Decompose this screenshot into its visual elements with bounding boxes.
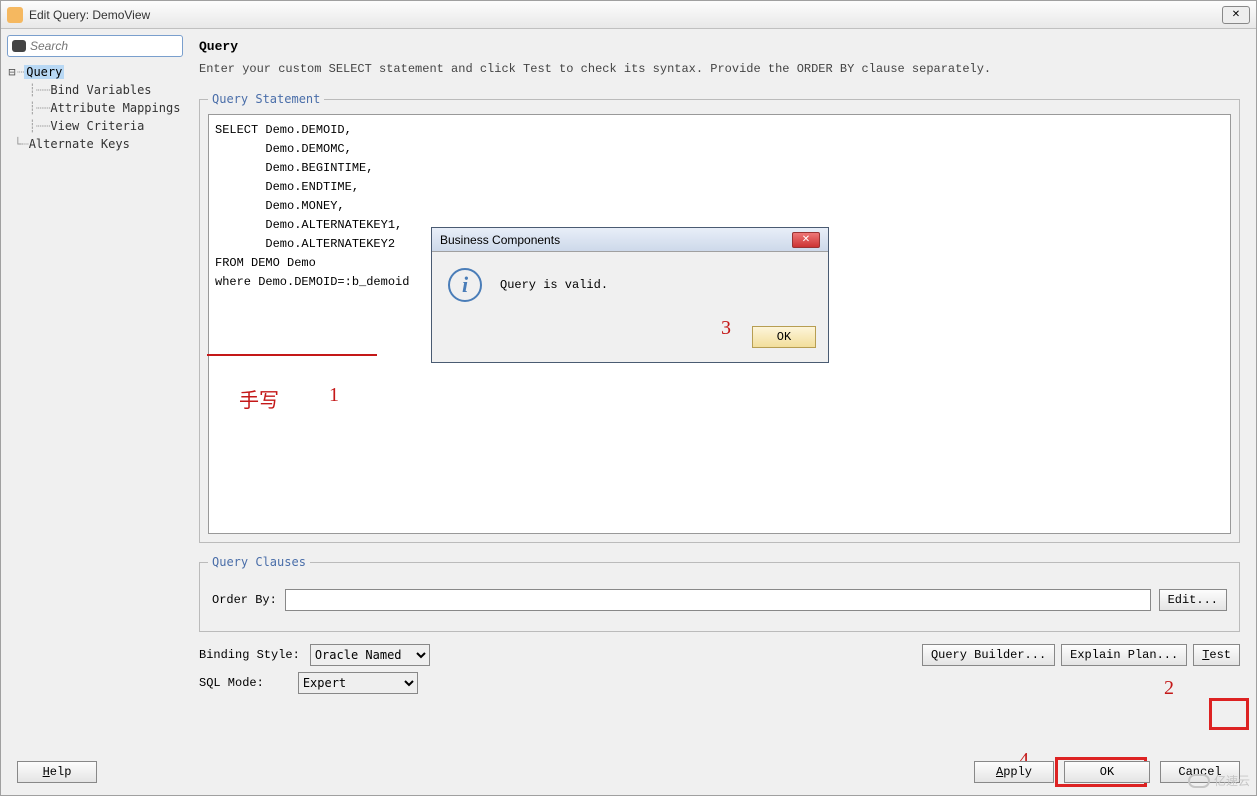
- edit-button[interactable]: Edit...: [1159, 589, 1227, 611]
- sql-mode-label: SQL Mode:: [199, 676, 264, 690]
- explain-plan-button[interactable]: Explain Plan...: [1061, 644, 1187, 666]
- nav-tree: ⊟┈Query ┊┈┈Bind Variables ┊┈┈Attribute M…: [7, 63, 183, 153]
- tree-node-alternate-keys[interactable]: └┈Alternate Keys: [7, 135, 183, 153]
- sidebar: ⊟┈Query ┊┈┈Bind Variables ┊┈┈Attribute M…: [1, 29, 189, 749]
- dialog-message: Query is valid.: [500, 278, 608, 292]
- dialog-title: Business Components: [440, 233, 560, 247]
- page-title: Query: [199, 39, 1240, 54]
- main-panel: Query Enter your custom SELECT statement…: [189, 29, 1256, 749]
- dialog-ok-button[interactable]: OK: [752, 326, 816, 348]
- binding-style-label: Binding Style:: [199, 648, 300, 662]
- tree-node-attribute-mappings[interactable]: ┊┈┈Attribute Mappings: [7, 99, 183, 117]
- query-clauses-group: Query Clauses Order By: Edit...: [199, 555, 1240, 632]
- ok-button[interactable]: OK: [1064, 761, 1150, 783]
- body-area: ⊟┈Query ┊┈┈Bind Variables ┊┈┈Attribute M…: [1, 29, 1256, 749]
- search-input[interactable]: [30, 39, 170, 53]
- titlebar: Edit Query: DemoView ✕: [1, 1, 1256, 29]
- footer: Help Apply OK Cancel: [1, 761, 1256, 783]
- tree-node-query[interactable]: ⊟┈Query: [7, 63, 183, 81]
- annotation-3: 3: [721, 317, 731, 340]
- query-clauses-legend: Query Clauses: [208, 555, 310, 569]
- query-statement-legend: Query Statement: [208, 92, 324, 106]
- binding-style-select[interactable]: Oracle Named: [310, 644, 430, 666]
- annotation-underline: [207, 354, 377, 356]
- apply-button[interactable]: Apply: [974, 761, 1054, 783]
- help-button[interactable]: Help: [17, 761, 97, 783]
- tree-node-view-criteria[interactable]: ┊┈┈View Criteria: [7, 117, 183, 135]
- order-by-label: Order By:: [212, 593, 277, 607]
- query-builder-button[interactable]: Query Builder...: [922, 644, 1055, 666]
- page-description: Enter your custom SELECT statement and c…: [199, 62, 1240, 76]
- search-box[interactable]: [7, 35, 183, 57]
- sql-mode-select[interactable]: Expert: [298, 672, 418, 694]
- app-icon: [7, 7, 23, 23]
- window-close-button[interactable]: ✕: [1222, 6, 1250, 24]
- business-components-dialog: Business Components ✕ i Query is valid. …: [431, 227, 829, 363]
- annotation-handwrite: 手写: [239, 384, 279, 413]
- watermark-icon: [1188, 774, 1210, 788]
- annotation-2: 2: [1164, 677, 1174, 700]
- tree-node-bind-variables[interactable]: ┊┈┈Bind Variables: [7, 81, 183, 99]
- window-title: Edit Query: DemoView: [29, 8, 150, 22]
- dialog-titlebar: Business Components ✕: [432, 228, 828, 252]
- info-icon: i: [448, 268, 482, 302]
- watermark: 亿速云: [1188, 772, 1250, 789]
- sqlmode-row: SQL Mode: Expert: [199, 672, 1240, 694]
- edit-query-window: Edit Query: DemoView ✕ ⊟┈Query ┊┈┈Bind V…: [0, 0, 1257, 796]
- dialog-close-button[interactable]: ✕: [792, 232, 820, 248]
- binding-row: Binding Style: Oracle Named Query Builde…: [199, 644, 1240, 666]
- test-button[interactable]: Test: [1193, 644, 1240, 666]
- annotation-1: 1: [329, 384, 339, 407]
- order-by-input[interactable]: [285, 589, 1151, 611]
- binoculars-icon: [12, 40, 26, 52]
